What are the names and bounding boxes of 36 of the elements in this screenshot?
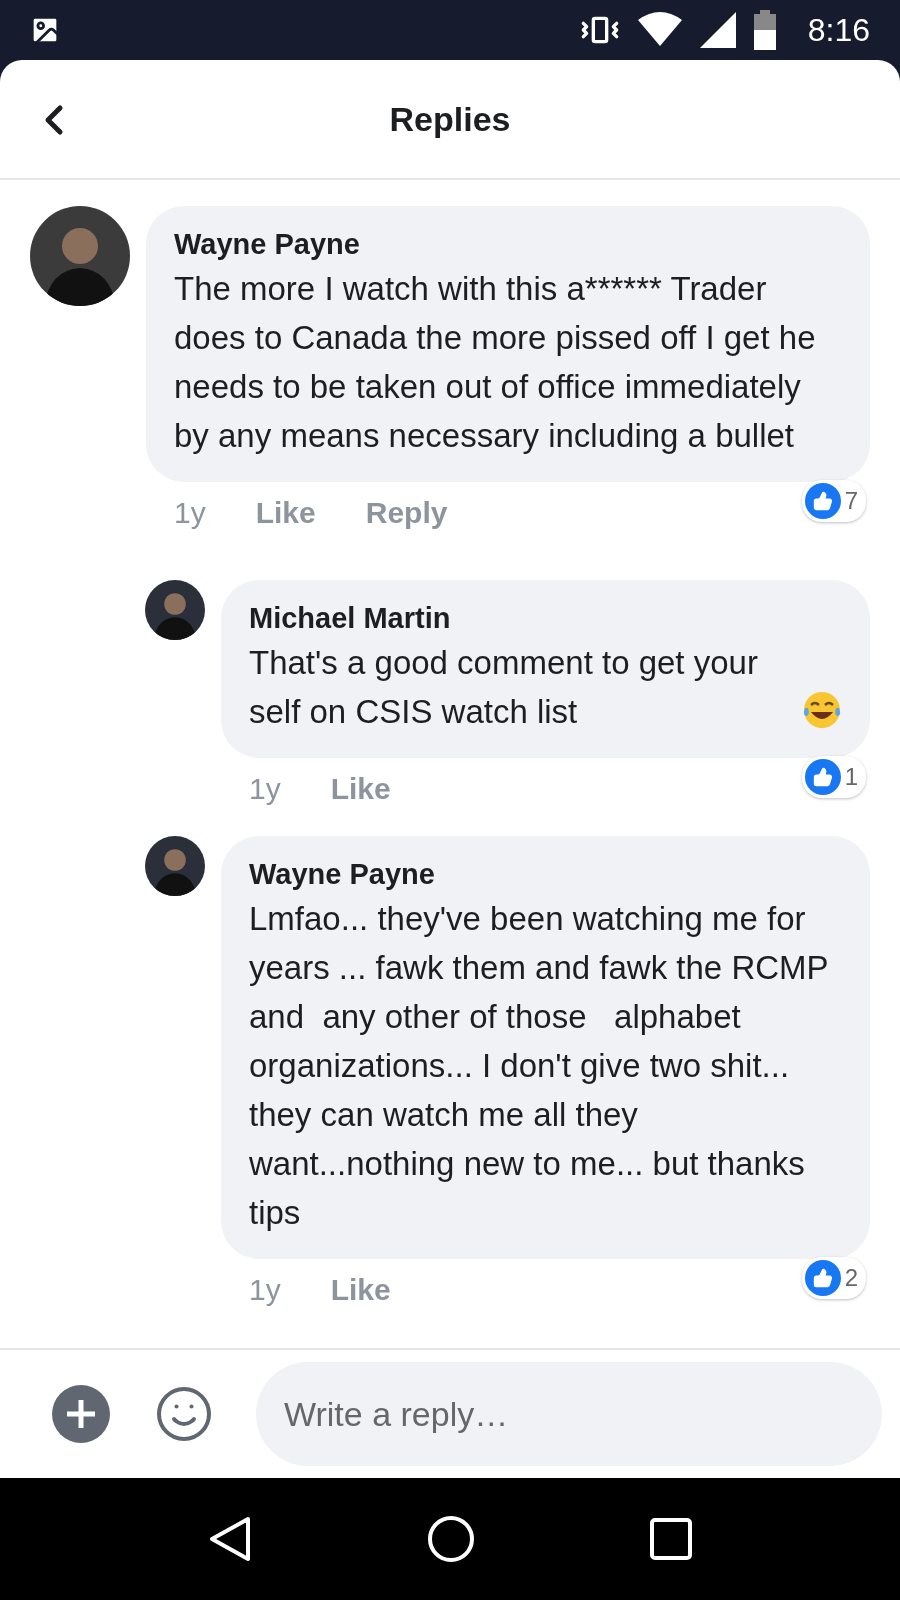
comment-action-link[interactable]: Like <box>330 772 391 806</box>
like-icon <box>812 491 833 511</box>
page-title: Replies <box>389 99 511 139</box>
clock-time: 8:16 <box>807 11 870 49</box>
signal-icon <box>699 12 736 48</box>
recents-nav-icon[interactable] <box>650 1518 693 1560</box>
comment-text: Lmfao... they've been watching me for years ... fawk them and fawk the RCMP and any other of those alphabet organizations... I don't give two shit... they can watch me all they want...nothing new to me... but thanks tips <box>249 899 829 1233</box>
comment-time: 1y <box>249 772 281 806</box>
avatar[interactable] <box>145 836 205 896</box>
reaction-count: 1 <box>844 763 858 791</box>
wifi-icon <box>637 12 682 48</box>
comment-time: 1y <box>249 1273 281 1307</box>
emoji-button[interactable] <box>154 1384 214 1444</box>
comment-action-link[interactable]: Reply <box>365 496 448 530</box>
reaction-count: 2 <box>844 1264 858 1292</box>
back-nav-icon[interactable] <box>207 1515 252 1563</box>
reaction-badge[interactable]: 1 <box>801 756 866 798</box>
comment-action-link[interactable]: Like <box>330 1273 391 1307</box>
like-icon <box>812 767 833 787</box>
comment-action-link[interactable]: Like <box>255 496 316 530</box>
like-icon <box>812 1268 833 1288</box>
reply-input-field[interactable]: Write a reply… <box>256 1362 882 1466</box>
comment-time: 1y <box>174 496 206 530</box>
avatar[interactable] <box>145 580 205 640</box>
comment-text: That's a good comment to get your self on CSIS watch list <box>249 643 759 732</box>
add-button[interactable] <box>52 1385 110 1443</box>
author-name[interactable]: Wayne Payne <box>174 224 842 264</box>
laughing-emoji-icon <box>802 690 842 730</box>
author-name[interactable]: Michael Martin <box>249 598 842 638</box>
author-name[interactable]: Wayne Payne <box>249 854 842 894</box>
reaction-badge[interactable]: 7 <box>801 480 866 522</box>
reaction-count: 7 <box>844 487 858 515</box>
reaction-badge[interactable]: 2 <box>801 1257 866 1299</box>
home-nav-icon[interactable] <box>427 1515 475 1563</box>
battery-icon <box>753 10 776 50</box>
comment-text: The more I watch with this a****** Trader does to Canada the more pissed off I get he needs to be taken out of office immediately by any means necessary including a bullet <box>174 269 817 456</box>
